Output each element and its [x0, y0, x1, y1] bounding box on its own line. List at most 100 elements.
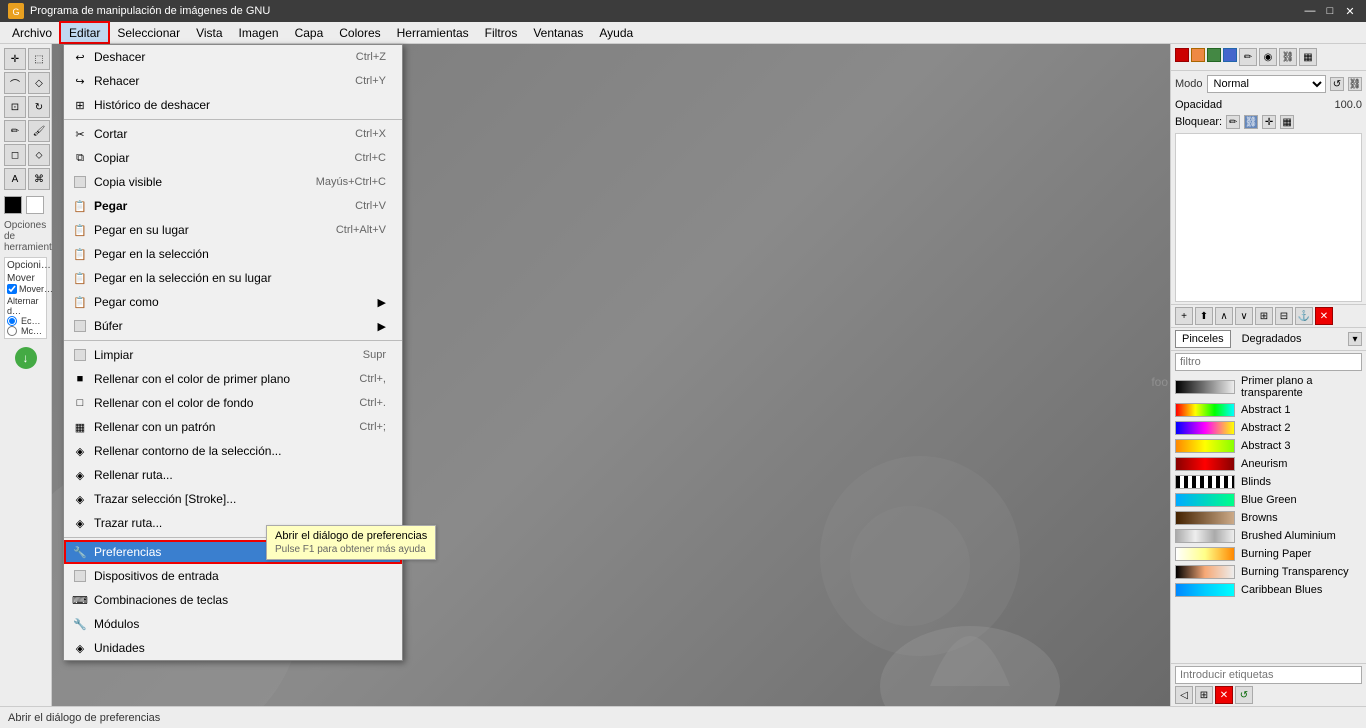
tool-eraser[interactable]: ◻ [4, 144, 26, 166]
tags-input[interactable] [1175, 666, 1362, 684]
gradient-item-abstract1[interactable]: Abstract 1 [1171, 401, 1366, 419]
tool-path[interactable]: ⌘ [28, 168, 50, 190]
menu-item-cortar[interactable]: ✂CortarCtrl+X [64, 122, 402, 146]
menu-ayuda[interactable]: Ayuda [591, 22, 641, 43]
background-color[interactable] [26, 196, 44, 214]
tool-icon-grid[interactable]: ▦ [1299, 48, 1317, 66]
download-button[interactable]: ↓ [15, 347, 37, 369]
layer-merge-btn[interactable]: ⊟ [1275, 307, 1293, 325]
lock-grid-icon[interactable]: ▦ [1280, 115, 1294, 129]
tag-refresh-btn[interactable]: ↺ [1235, 686, 1253, 704]
tool-rect-select[interactable]: ⬚ [28, 48, 50, 70]
menu-item-pegar[interactable]: 📋PegarCtrl+V [64, 194, 402, 218]
menu-item-limpiar[interactable]: LimpiarSupr [64, 343, 402, 367]
tool-wand[interactable]: ◇ [28, 72, 50, 94]
tool-icon-chain[interactable]: ⛓ [1279, 48, 1297, 66]
menu-filtros[interactable]: Filtros [477, 22, 526, 43]
radio-mc[interactable] [7, 326, 17, 336]
close-button[interactable]: ✕ [1342, 3, 1358, 19]
gradient-item-blinds[interactable]: Blinds [1171, 473, 1366, 491]
menu-item-trazar_sel[interactable]: ◈Trazar selección [Stroke]... [64, 487, 402, 511]
color-icon-red[interactable] [1175, 48, 1189, 62]
layer-delete-btn[interactable]: ✕ [1315, 307, 1333, 325]
foreground-color[interactable] [4, 196, 22, 214]
layer-up-btn[interactable]: ∧ [1215, 307, 1233, 325]
mode-reset-icon[interactable]: ↺ [1330, 77, 1344, 91]
panel-menu-icon[interactable]: ▾ [1348, 332, 1362, 346]
gradient-item-fg-transparent[interactable]: Primer plano a transparente [1171, 373, 1366, 401]
filter-input[interactable] [1175, 353, 1362, 371]
tab-pinceles[interactable]: Pinceles [1175, 330, 1231, 348]
tag-img-btn[interactable]: ⊞ [1195, 686, 1213, 704]
layer-copy-btn[interactable]: ⊞ [1255, 307, 1273, 325]
menu-item-copia_visible[interactable]: Copia visibleMayús+Ctrl+C [64, 170, 402, 194]
layer-add-btn[interactable]: + [1175, 307, 1193, 325]
menu-item-modulos[interactable]: 🔧Módulos [64, 612, 402, 636]
tool-crosshair[interactable]: ✛ [4, 48, 26, 70]
menu-item-rellenar_ruta[interactable]: ◈Rellenar ruta... [64, 463, 402, 487]
gradient-item-abstract3[interactable]: Abstract 3 [1171, 437, 1366, 455]
menu-item-pegar_lugar[interactable]: 📋Pegar en su lugarCtrl+Alt+V [64, 218, 402, 242]
menu-item-rehacer[interactable]: ↪RehacerCtrl+Y [64, 69, 402, 93]
mode-chain-icon[interactable]: ⛓ [1348, 77, 1362, 91]
tool-icon-pencil2[interactable]: ✏ [1239, 48, 1257, 66]
menu-item-historico[interactable]: ⊞Histórico de deshacer [64, 93, 402, 117]
color-icon-blue[interactable] [1223, 48, 1237, 62]
menu-item-unidades[interactable]: ◈Unidades [64, 636, 402, 660]
menu-capa[interactable]: Capa [287, 22, 332, 43]
menu-item-rellenar_patron[interactable]: ▦Rellenar con un patrónCtrl+; [64, 415, 402, 439]
menu-item-rellenar_primero[interactable]: ■Rellenar con el color de primer planoCt… [64, 367, 402, 391]
gradient-item-bluegreen[interactable]: Blue Green [1171, 491, 1366, 509]
menu-imagen[interactable]: Imagen [231, 22, 287, 43]
lock-chain-icon[interactable]: ⛓ [1244, 115, 1258, 129]
menu-editar[interactable]: Editar [60, 22, 109, 43]
gradient-item-burningpaper[interactable]: Burning Paper [1171, 545, 1366, 563]
lock-move-icon[interactable]: ✛ [1262, 115, 1276, 129]
menu-archivo[interactable]: Archivo [4, 22, 60, 43]
tag-del-btn[interactable]: ✕ [1215, 686, 1233, 704]
tool-rotate[interactable]: ↻ [28, 96, 50, 118]
menu-item-pegar_seleccion[interactable]: 📋Pegar en la selección [64, 242, 402, 266]
tool-icon-eye[interactable]: ◉ [1259, 48, 1277, 66]
gradient-item-browns[interactable]: Browns [1171, 509, 1366, 527]
menu-herramientas[interactable]: Herramientas [389, 22, 477, 43]
menu-seleccionar[interactable]: Seleccionar [109, 22, 188, 43]
gradient-item-caribbean[interactable]: Caribbean Blues [1171, 581, 1366, 599]
tool-fill[interactable]: ⬦ [28, 144, 50, 166]
menu-item-combinaciones[interactable]: ⌨Combinaciones de teclas [64, 588, 402, 612]
menu-item-pegar_como[interactable]: 📋Pegar como▶ [64, 290, 402, 314]
menu-item-rellenar_contorno[interactable]: ◈Rellenar contorno de la selección... [64, 439, 402, 463]
tool-paint[interactable]: 🖌 [28, 120, 50, 142]
menu-ventanas[interactable]: Ventanas [525, 22, 591, 43]
color-icon-green[interactable] [1207, 48, 1221, 62]
menu-item-bufer[interactable]: Búfer▶ [64, 314, 402, 338]
tool-lasso[interactable]: ⌒ [4, 72, 26, 94]
menu-item-copiar[interactable]: ⧉CopiarCtrl+C [64, 146, 402, 170]
mover-label: Mover [7, 273, 44, 284]
tool-pencil[interactable]: ✏ [4, 120, 26, 142]
layer-anchor-btn[interactable]: ⚓ [1295, 307, 1313, 325]
menu-item-disp_entrada[interactable]: Dispositivos de entrada [64, 564, 402, 588]
menu-vista[interactable]: Vista [188, 22, 230, 43]
menu-item-deshacer[interactable]: ↩DeshacerCtrl+Z [64, 45, 402, 69]
tool-crop[interactable]: ⊡ [4, 96, 26, 118]
color-icon-orange[interactable] [1191, 48, 1205, 62]
tab-degradados[interactable]: Degradados [1235, 330, 1309, 348]
gradient-item-abstract2[interactable]: Abstract 2 [1171, 419, 1366, 437]
menu-item-rellenar_fondo[interactable]: □Rellenar con el color de fondoCtrl+. [64, 391, 402, 415]
tag-prev-btn[interactable]: ◁ [1175, 686, 1193, 704]
mode-dropdown[interactable]: Normal [1207, 75, 1326, 93]
tool-text[interactable]: A [4, 168, 26, 190]
radio-ec[interactable] [7, 316, 17, 326]
menu-colores[interactable]: Colores [331, 22, 388, 43]
gradient-item-aluminium[interactable]: Brushed Aluminium [1171, 527, 1366, 545]
layer-page-btn[interactable]: ⬆ [1195, 307, 1213, 325]
gradient-item-burningtrans[interactable]: Burning Transparency [1171, 563, 1366, 581]
menu-item-pegar_sel_lugar[interactable]: 📋Pegar en la selección en su lugar [64, 266, 402, 290]
maximize-button[interactable]: □ [1322, 3, 1338, 19]
lock-pencil-icon[interactable]: ✏ [1226, 115, 1240, 129]
mover-checkbox[interactable] [7, 284, 17, 294]
layer-down-btn[interactable]: ∨ [1235, 307, 1253, 325]
gradient-item-aneurism[interactable]: Aneurism [1171, 455, 1366, 473]
minimize-button[interactable]: — [1302, 3, 1318, 19]
